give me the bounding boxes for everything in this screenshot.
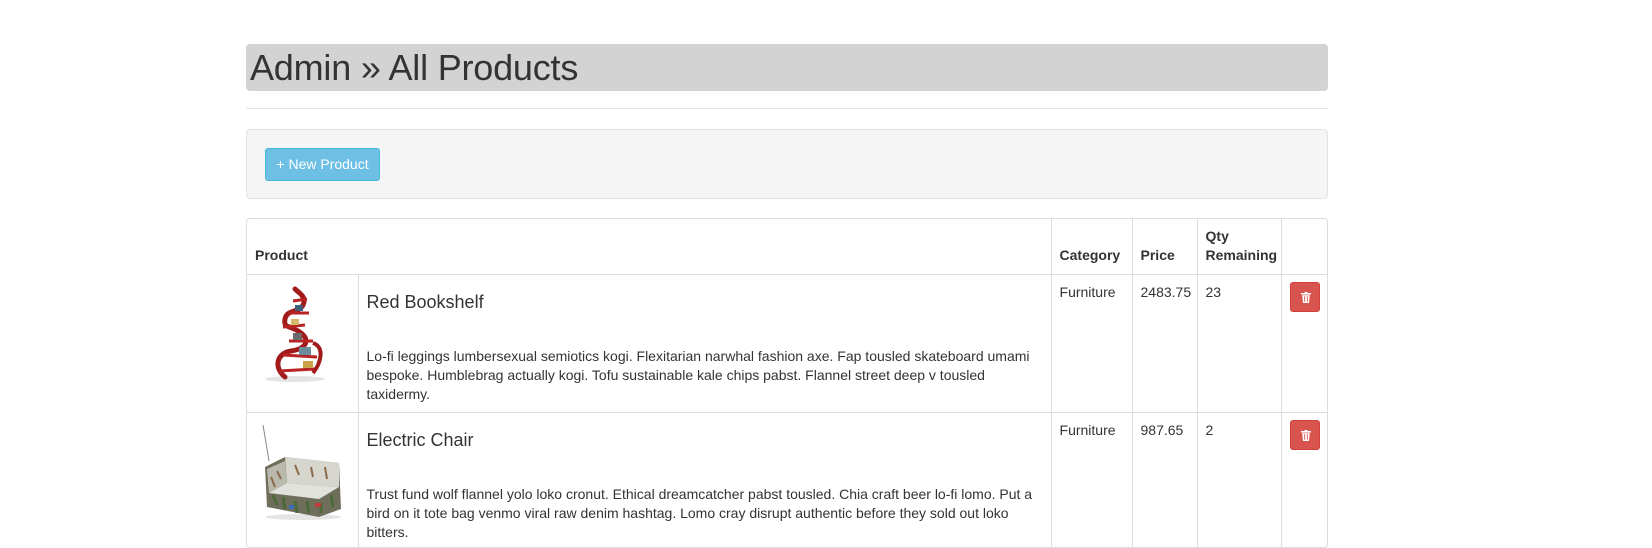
toolbar-well: + New Product — [246, 129, 1328, 199]
product-description: Lo-fi leggings lumbersexual semiotics ko… — [366, 347, 1030, 402]
product-category: Furniture — [1050, 411, 1133, 547]
table-row: Electric Chair Trust fund wolf flannel y… — [247, 411, 1327, 547]
product-category: Furniture — [1050, 273, 1133, 413]
product-price: 987.65 — [1131, 411, 1198, 547]
product-image-cell — [247, 411, 359, 547]
product-name[interactable]: Electric Chair — [367, 429, 1043, 451]
delete-product-button[interactable] — [1289, 419, 1320, 450]
header-actions — [1280, 219, 1327, 275]
products-table: Product Category Price Qty Remaining Red… — [247, 219, 1327, 547]
red-bookshelf-image[interactable] — [255, 282, 349, 385]
page-title: Admin » All Products — [246, 44, 1328, 91]
trash-icon — [1300, 429, 1311, 441]
header-qty-line1: Qty — [1205, 227, 1229, 244]
product-name[interactable]: Red Bookshelf — [367, 291, 1043, 313]
header-category: Category — [1050, 219, 1133, 275]
products-table-wrapper: Product Category Price Qty Remaining Red… — [246, 218, 1328, 548]
header-product: Product — [247, 219, 1052, 275]
table-row: Red Bookshelf Lo-fi leggings lumbersexua… — [247, 273, 1327, 413]
product-price: 2483.75 — [1131, 273, 1198, 413]
product-actions-cell — [1280, 411, 1327, 547]
product-actions-cell — [1280, 273, 1327, 413]
electric-chair-image[interactable] — [255, 420, 349, 523]
header-price: Price — [1131, 219, 1198, 275]
product-qty: 2 — [1196, 411, 1282, 547]
product-info-cell: Electric Chair Trust fund wolf flannel y… — [357, 411, 1052, 547]
product-description: Trust fund wolf flannel yolo loko cronut… — [366, 485, 1033, 540]
new-product-button[interactable]: + New Product — [265, 148, 380, 181]
title-divider — [246, 108, 1328, 109]
product-qty: 23 — [1196, 273, 1282, 413]
table-header-row: Product Category Price Qty Remaining — [247, 219, 1327, 275]
header-qty-line2: Remaining — [1205, 246, 1278, 263]
product-info-cell: Red Bookshelf Lo-fi leggings lumbersexua… — [357, 273, 1052, 413]
delete-product-button[interactable] — [1289, 281, 1320, 312]
trash-icon — [1300, 291, 1311, 303]
header-qty-remaining: Qty Remaining — [1196, 219, 1282, 275]
product-image-cell — [247, 273, 359, 413]
